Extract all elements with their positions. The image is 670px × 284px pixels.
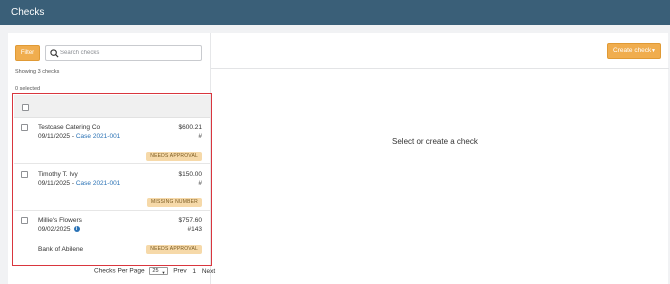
filter-button[interactable]: Filter <box>15 45 40 61</box>
pagination: Checks Per Page 25 ▼ Prev 1 Next <box>94 267 215 275</box>
chevron-down-icon: ▼ <box>161 270 166 275</box>
per-page-label: Checks Per Page <box>94 267 145 275</box>
list-highlight-outline <box>12 93 212 266</box>
selected-count: 0 selected <box>15 86 41 92</box>
prev-page-link[interactable]: Prev <box>173 268 186 275</box>
per-page-select[interactable]: 25 ▼ <box>149 267 169 275</box>
showing-count: Showing 3 checks <box>15 69 60 75</box>
next-page-link[interactable]: Next <box>202 268 215 275</box>
current-page[interactable]: 1 <box>192 268 196 275</box>
search-icon <box>50 49 59 58</box>
empty-state-message: Select or create a check <box>392 137 478 146</box>
page-title: Checks <box>11 7 45 18</box>
caret-down-icon: ▼ <box>651 48 656 54</box>
check-detail-panel <box>210 33 669 284</box>
per-page-value: 25 <box>152 268 159 274</box>
create-check-button[interactable]: Create check ▼ <box>607 43 661 59</box>
app-header: Checks <box>0 0 670 25</box>
detail-toolbar <box>211 33 669 69</box>
search-input[interactable] <box>60 47 198 59</box>
create-check-label: Create check <box>613 47 652 54</box>
search-box <box>45 45 202 61</box>
